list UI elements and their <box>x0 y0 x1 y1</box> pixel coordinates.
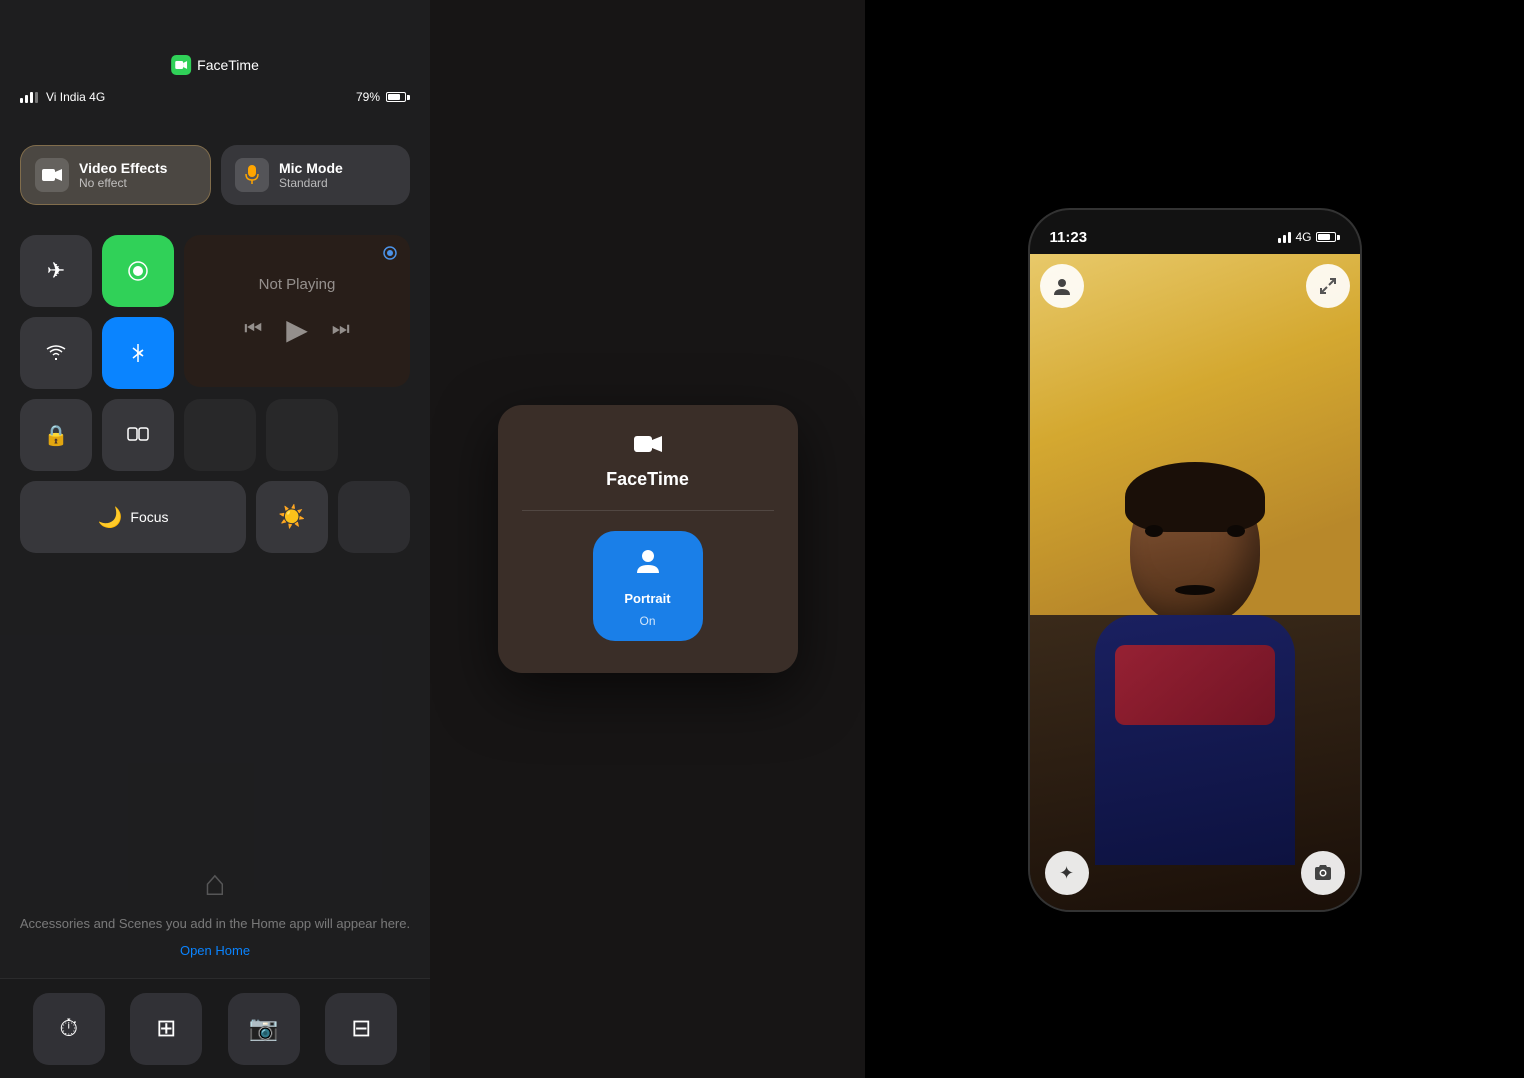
control-generic-2[interactable] <box>266 399 338 471</box>
carrier-text: Vi India 4G <box>46 90 105 104</box>
popup-camera-icon <box>634 433 662 461</box>
now-playing-block[interactable]: Not Playing ⏮ ▶ ⏭ <box>184 235 410 387</box>
call-video-area: ✦ <box>1030 254 1360 910</box>
effects-star-button[interactable]: ✦ <box>1045 851 1089 895</box>
battery-icon <box>386 92 410 102</box>
timer-dock-button[interactable]: ⏱ <box>33 993 105 1065</box>
portrait-label: Portrait <box>624 591 670 606</box>
phone-time: 11:23 <box>1050 229 1088 246</box>
brightness-button[interactable]: ☀️ <box>256 481 328 553</box>
control-row-2: 🔒 <box>20 399 410 471</box>
focus-label: Focus <box>130 509 168 525</box>
person-mustache <box>1175 585 1215 595</box>
wifi-button[interactable] <box>20 317 92 389</box>
person-head <box>1130 470 1260 625</box>
airplane-mode-button[interactable]: ✈ <box>20 235 92 307</box>
mobile-data-button[interactable] <box>102 235 174 307</box>
moon-icon: 🌙 <box>97 505 122 530</box>
timer-icon: ⏱ <box>59 1015 78 1043</box>
now-playing-controls: ⏮ ▶ ⏭ <box>244 313 350 346</box>
next-track-button[interactable]: ⏭ <box>332 318 350 341</box>
video-effects-icon <box>35 158 69 192</box>
portrait-effect-button[interactable]: Portrait On <box>593 531 703 641</box>
calculator-dock-button[interactable]: ⊞ <box>130 993 202 1065</box>
star-icon: ✦ <box>1059 863 1074 884</box>
portrait-effect-wrapper: Portrait On <box>593 531 703 641</box>
battery-status: 79% <box>356 90 410 104</box>
person-body <box>1095 615 1295 865</box>
mic-mode-sub: Standard <box>279 176 343 190</box>
facetime-popup-panel: FaceTime Portrait On <box>430 0 865 1078</box>
focus-button[interactable]: 🌙 Focus <box>20 481 246 553</box>
phone-frame: 11:23 4G <box>1030 210 1360 910</box>
home-icon: ⌂ <box>204 862 226 904</box>
control-center-panel: FaceTime Vi India 4G 79% <box>0 0 430 1078</box>
brightness-icon: ☀️ <box>278 504 305 530</box>
facetime-badge: FaceTime <box>171 55 259 75</box>
video-effects-sub: No effect <box>79 176 167 190</box>
bottom-dock: ⏱ ⊞ 📷 ⊟ <box>0 978 430 1078</box>
phone-status-bar: 11:23 4G <box>1030 210 1360 254</box>
phone-battery <box>1316 232 1340 242</box>
facetime-effects-popup: FaceTime Portrait On <box>498 405 798 673</box>
not-playing-label: Not Playing <box>259 276 336 293</box>
portrait-icon <box>633 545 663 583</box>
camera-dock-icon: 📷 <box>249 1014 279 1043</box>
popup-header: FaceTime <box>606 433 689 490</box>
home-section: ⌂ Accessories and Scenes you add in the … <box>0 862 430 959</box>
airplay-icon <box>382 245 398 266</box>
eye-right <box>1227 525 1245 537</box>
popup-divider <box>522 510 774 511</box>
contact-button[interactable] <box>1040 264 1084 308</box>
screen-lock-button[interactable]: 🔒 <box>20 399 92 471</box>
phone-carrier: 4G <box>1295 230 1311 244</box>
carrier-status: Vi India 4G <box>20 90 105 104</box>
quick-toggle-row: Video Effects No effect Mic Mode Standar… <box>20 145 410 205</box>
body-design <box>1115 645 1275 725</box>
expand-button[interactable] <box>1306 264 1350 308</box>
mic-mode-button[interactable]: Mic Mode Standard <box>221 145 410 205</box>
video-effects-text: Video Effects No effect <box>79 160 167 190</box>
popup-title: FaceTime <box>606 469 689 490</box>
phone-signal <box>1278 232 1291 243</box>
camera-dock-button[interactable]: 📷 <box>228 993 300 1065</box>
prev-track-button[interactable]: ⏮ <box>244 318 262 341</box>
open-home-link[interactable]: Open Home <box>180 943 250 958</box>
control-grid: ✈ <box>20 235 410 563</box>
bluetooth-button[interactable] <box>102 317 174 389</box>
person-hair <box>1125 462 1265 532</box>
control-generic-1[interactable] <box>184 399 256 471</box>
video-effects-button[interactable]: Video Effects No effect <box>20 145 211 205</box>
portrait-status: On <box>639 614 655 628</box>
person-eyes <box>1145 525 1245 537</box>
qr-dock-button[interactable]: ⊟ <box>325 993 397 1065</box>
control-row-1: ✈ <box>20 235 410 389</box>
facetime-call-panel: 11:23 4G <box>865 0 1524 1078</box>
lock-rotation-icon: 🔒 <box>44 423 69 448</box>
home-description: Accessories and Scenes you add in the Ho… <box>20 914 410 934</box>
video-effects-label: Video Effects <box>79 160 167 176</box>
screen-mirror-button[interactable] <box>102 399 174 471</box>
mic-mode-label: Mic Mode <box>279 160 343 176</box>
mic-mode-text: Mic Mode Standard <box>279 160 343 190</box>
qr-icon: ⊟ <box>351 1014 371 1043</box>
phone-status-icons: 4G <box>1278 230 1339 244</box>
facetime-label: FaceTime <box>197 57 259 73</box>
battery-pct: 79% <box>356 90 380 104</box>
person-figure <box>1055 410 1335 910</box>
flip-camera-button[interactable] <box>1301 851 1345 895</box>
play-button[interactable]: ▶ <box>286 313 308 346</box>
airplane-icon: ✈ <box>47 258 65 284</box>
eye-left <box>1145 525 1163 537</box>
control-row-3: 🌙 Focus ☀️ <box>20 481 410 553</box>
mic-mode-icon <box>235 158 269 192</box>
signal-bars <box>20 92 38 103</box>
control-generic-3[interactable] <box>338 481 410 553</box>
facetime-icon <box>171 55 191 75</box>
calculator-icon: ⊞ <box>156 1014 176 1043</box>
